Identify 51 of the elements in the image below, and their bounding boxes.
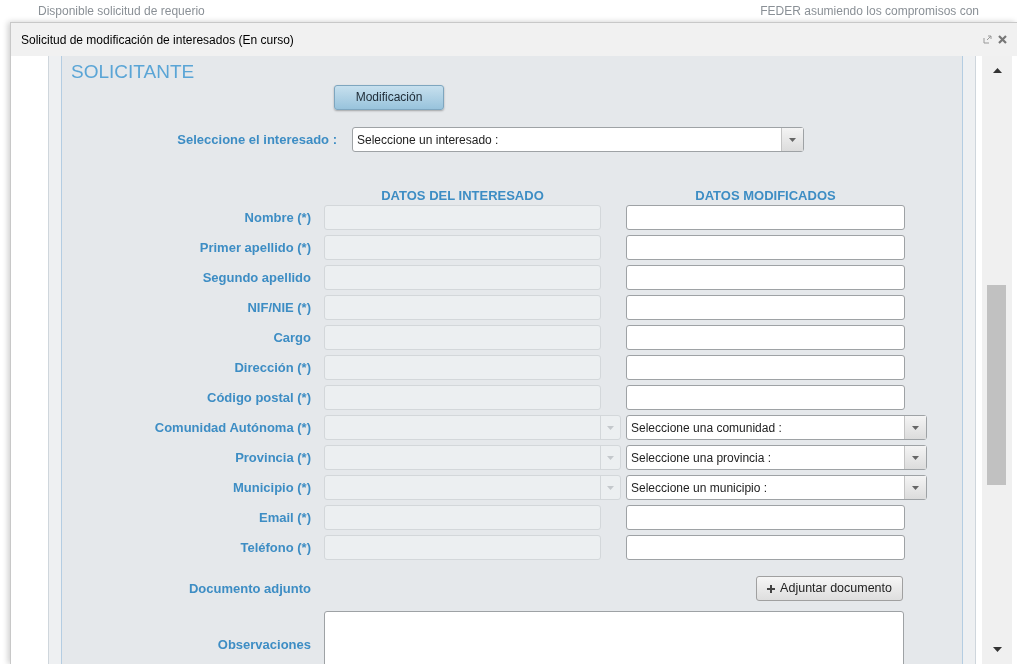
input-field[interactable] (626, 265, 905, 290)
scrollbar[interactable] (982, 56, 1012, 664)
caret-icon (789, 137, 796, 142)
plus-icon (767, 584, 776, 593)
field-label: Email (*) (258, 508, 312, 527)
input-field[interactable] (626, 355, 905, 380)
column-header: DATOS DEL INTERESADO (380, 186, 545, 205)
background-text: Disponible solicitud de requerio (38, 3, 205, 20)
caret-icon (607, 425, 614, 430)
dropdown[interactable]: Seleccione una comunidad : (626, 415, 927, 440)
window-title: Solicitud de modificación de interesados (En curso) (21, 31, 294, 49)
field-label: Dirección (*) (233, 358, 312, 377)
field-label: NIF/NIE (*) (246, 298, 312, 317)
field-label: Primer apellido (*) (198, 238, 312, 257)
close-icon[interactable] (998, 35, 1007, 44)
field-label: Observaciones (217, 635, 311, 654)
background-text: FEDER asumiendo los compromisos con (760, 3, 979, 20)
caret-icon (912, 455, 919, 460)
field-label: Teléfono (*) (239, 538, 312, 557)
field-label: Cargo (272, 328, 312, 347)
input-field[interactable] (626, 295, 905, 320)
field-label: Comunidad Autónoma (*) (153, 418, 312, 437)
selector-label: Seleccione el interesado : (176, 130, 338, 149)
person-dropdown[interactable]: Seleccione un interesado : (352, 127, 804, 152)
input-field[interactable] (626, 205, 905, 230)
field-label: Código postal (*) (206, 388, 312, 407)
input-field[interactable] (626, 385, 905, 410)
section-title: SOLICITANTE (71, 61, 195, 82)
field-label: Documento adjunto (187, 579, 312, 598)
modification-button[interactable]: Modificación (334, 84, 444, 110)
input-field[interactable] (626, 325, 905, 350)
attach-document-button[interactable]: Adjuntar documento (756, 576, 903, 601)
input-field[interactable] (626, 235, 905, 260)
scroll-up-icon[interactable] (992, 68, 1002, 73)
field-label: Provincia (*) (234, 448, 312, 467)
field-label: Municipio (*) (232, 478, 312, 497)
caret-icon (607, 485, 614, 490)
scrollbar-thumb[interactable] (987, 285, 1006, 485)
caret-icon (912, 485, 919, 490)
input-field[interactable] (626, 505, 905, 530)
dropdown[interactable]: Seleccione una provincia : (626, 445, 927, 470)
scroll-down-icon[interactable] (992, 647, 1002, 652)
caret-icon (912, 425, 919, 430)
field-label: Nombre (*) (243, 208, 312, 227)
popout-icon[interactable] (983, 35, 992, 44)
field-label: Segundo apellido (201, 268, 312, 287)
input-field[interactable] (626, 535, 905, 560)
notes-field[interactable] (324, 610, 904, 664)
dropdown[interactable]: Seleccione un municipio : (626, 475, 927, 500)
column-header: DATOS MODIFICADOS (694, 186, 837, 205)
caret-icon (607, 455, 614, 460)
